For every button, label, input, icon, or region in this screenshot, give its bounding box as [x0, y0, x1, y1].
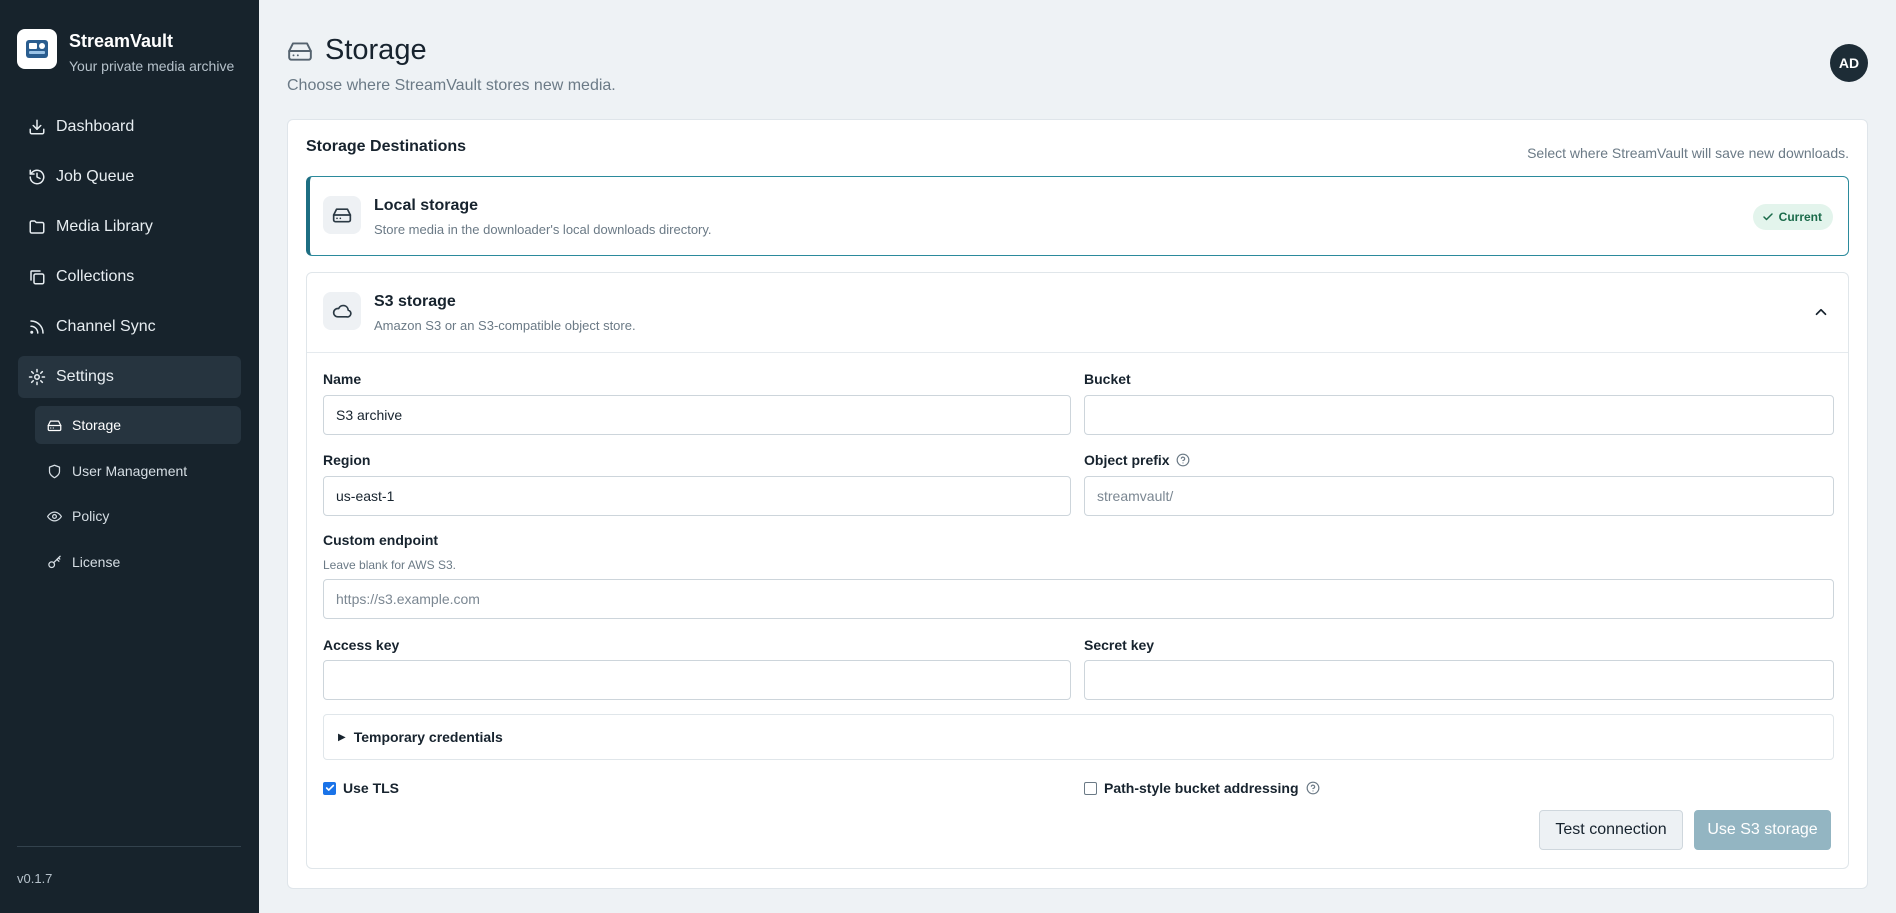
- nav-label: Job Queue: [56, 168, 135, 185]
- nav-label: Dashboard: [56, 118, 135, 135]
- nav-label: Collections: [56, 268, 135, 285]
- secret-key-input[interactable]: [1084, 660, 1834, 700]
- access-key-input[interactable]: [323, 660, 1071, 700]
- eye-icon: [47, 511, 62, 521]
- use-tls-checkbox[interactable]: Use TLS: [323, 780, 399, 796]
- subnav-item-license[interactable]: License: [35, 543, 241, 581]
- sidebar: StreamVault Your private media archive D…: [0, 0, 259, 913]
- card-title: Storage Destinations: [306, 138, 467, 155]
- destination-local-storage[interactable]: Local storage Store media in the downloa…: [306, 176, 1849, 256]
- storage-icon: [47, 420, 62, 431]
- access-key-label: Access key: [323, 637, 400, 653]
- page-subtitle: Choose where StreamVault stores new medi…: [287, 77, 616, 94]
- chevron-up-icon[interactable]: [1812, 303, 1830, 321]
- folder-icon: [29, 220, 45, 234]
- subnav-label: Policy: [72, 508, 110, 524]
- storage-icon: [288, 41, 312, 61]
- triangle-right-icon: ▶: [338, 731, 346, 743]
- shield-icon: [48, 464, 61, 478]
- check-icon: [1762, 213, 1773, 221]
- brand-tagline: Your private media archive: [69, 58, 235, 74]
- path-style-checkbox[interactable]: Path-style bucket addressing: [1084, 780, 1320, 796]
- badge-label: Current: [1778, 210, 1822, 224]
- help-icon[interactable]: [1306, 781, 1320, 795]
- download-icon: [29, 119, 45, 135]
- gear-icon: [28, 368, 46, 386]
- subnav-item-storage[interactable]: Storage: [35, 406, 241, 444]
- nav-item-media-library[interactable]: Media Library: [18, 206, 241, 248]
- user-avatar[interactable]: AD: [1830, 44, 1868, 82]
- object-prefix-input[interactable]: [1084, 476, 1834, 516]
- test-connection-button[interactable]: Test connection: [1539, 810, 1683, 850]
- nav-item-channel-sync[interactable]: Channel Sync: [18, 306, 241, 348]
- current-badge: Current: [1752, 204, 1833, 230]
- subnav-label: Storage: [72, 417, 122, 433]
- page-header: Storage: [287, 34, 427, 67]
- brand: StreamVault Your private media archive: [17, 29, 234, 74]
- storage-icon: [323, 196, 361, 234]
- destination-description: Amazon S3 or an S3-compatible object sto…: [374, 318, 636, 333]
- subnav-label: License: [72, 554, 121, 570]
- app-version: v0.1.7: [17, 871, 53, 886]
- nav-label: Media Library: [56, 218, 153, 235]
- nav-label: Channel Sync: [56, 318, 156, 335]
- nav-item-job-queue[interactable]: Job Queue: [18, 156, 241, 198]
- nav-label: Settings: [56, 368, 114, 385]
- nav-item-collections[interactable]: Collections: [18, 256, 241, 298]
- custom-endpoint-input[interactable]: [323, 579, 1834, 619]
- card-hint: Select where StreamVault will save new d…: [1527, 145, 1849, 161]
- key-icon: [48, 555, 61, 568]
- temporary-credentials-toggle[interactable]: ▶ Temporary credentials: [323, 714, 1834, 760]
- bucket-input[interactable]: [1084, 395, 1834, 435]
- destination-s3-storage: S3 storage Amazon S3 or an S3-compatible…: [306, 272, 1849, 869]
- secret-key-label: Secret key: [1084, 637, 1155, 653]
- cloud-icon: [323, 292, 361, 330]
- name-input[interactable]: [323, 395, 1071, 435]
- nav-item-dashboard[interactable]: Dashboard: [18, 106, 241, 148]
- subnav-item-policy[interactable]: Policy: [35, 497, 241, 535]
- subnav-item-user-management[interactable]: User Management: [35, 452, 241, 490]
- nav-item-settings[interactable]: Settings: [18, 356, 241, 398]
- app-logo-icon: [17, 29, 57, 69]
- help-icon[interactable]: [1176, 453, 1190, 467]
- storage-destinations-card: Storage Destinations Select where Stream…: [287, 119, 1868, 889]
- destination-description: Store media in the downloader's local do…: [374, 222, 712, 237]
- collections-icon: [30, 270, 45, 285]
- path-style-label: Path-style bucket addressing: [1104, 780, 1299, 796]
- destination-name: S3 storage: [374, 293, 456, 310]
- object-prefix-label-text: Object prefix: [1084, 452, 1170, 468]
- page-title-text: Storage: [325, 34, 427, 66]
- use-s3-storage-button[interactable]: Use S3 storage: [1694, 810, 1831, 850]
- checkbox-checked-icon[interactable]: [323, 781, 336, 795]
- destination-name: Local storage: [374, 197, 479, 214]
- custom-endpoint-help: Leave blank for AWS S3.: [323, 558, 456, 572]
- checkbox-unchecked-icon[interactable]: [1084, 781, 1097, 795]
- use-tls-label: Use TLS: [343, 780, 400, 796]
- name-label: Name: [323, 371, 362, 387]
- region-label: Region: [323, 452, 371, 468]
- region-input[interactable]: [323, 476, 1071, 516]
- history-icon: [29, 169, 45, 185]
- temporary-credentials-label: Temporary credentials: [353, 729, 503, 745]
- rss-icon: [30, 320, 44, 334]
- bucket-label: Bucket: [1084, 371, 1131, 387]
- object-prefix-label: Object prefix: [1084, 452, 1190, 468]
- custom-endpoint-label: Custom endpoint: [323, 532, 439, 548]
- sidebar-divider: [17, 846, 241, 847]
- section-divider: [307, 352, 1848, 353]
- subnav-label: User Management: [72, 463, 188, 479]
- page-title: Storage: [287, 34, 427, 67]
- brand-name: StreamVault: [69, 31, 174, 51]
